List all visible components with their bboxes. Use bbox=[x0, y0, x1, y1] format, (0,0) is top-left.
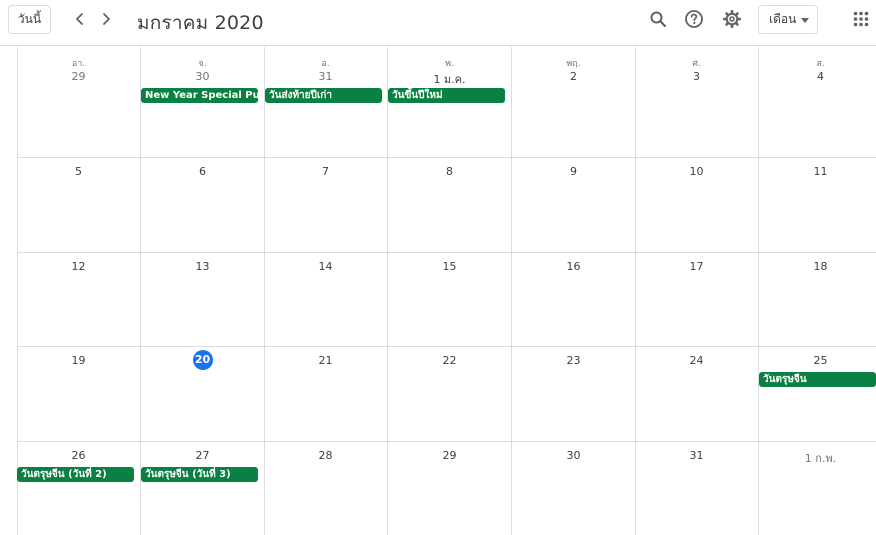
day-number[interactable]: 14 bbox=[264, 260, 387, 273]
help-icon bbox=[685, 10, 703, 28]
day-number[interactable]: 31 bbox=[635, 449, 758, 462]
grid-line bbox=[17, 157, 876, 158]
day-number[interactable]: 28 bbox=[264, 449, 387, 462]
caret-down-icon bbox=[801, 18, 809, 23]
day-number[interactable]: 25 bbox=[759, 354, 876, 367]
weekday-header: ศ. bbox=[692, 59, 701, 69]
day-number[interactable]: 16 bbox=[512, 260, 635, 273]
day-number[interactable]: 26 bbox=[17, 449, 140, 462]
next-month-button[interactable] bbox=[94, 7, 118, 31]
gear-icon bbox=[722, 9, 742, 29]
day-number[interactable]: 3 bbox=[635, 70, 758, 83]
day-number[interactable]: 12 bbox=[17, 260, 140, 273]
settings-button[interactable] bbox=[720, 7, 744, 31]
event-chip[interactable]: วันตรุษจีน (วันที่ 2) bbox=[17, 467, 134, 482]
weekday-header: จ. bbox=[198, 59, 207, 69]
day-number[interactable]: 24 bbox=[635, 354, 758, 367]
day-number[interactable]: 7 bbox=[264, 165, 387, 178]
grid-line bbox=[17, 346, 876, 347]
day-number[interactable]: 1 ก.พ. bbox=[759, 449, 876, 467]
chevron-left-icon bbox=[76, 13, 83, 25]
event-chip[interactable]: วันส่งท้ายปีเก่า bbox=[265, 88, 382, 103]
apps-grid-icon bbox=[853, 11, 869, 27]
day-number[interactable]: 11 bbox=[759, 165, 876, 178]
day-number[interactable]: 31 bbox=[264, 70, 387, 83]
event-chip[interactable]: วันตรุษจีน bbox=[759, 372, 876, 387]
day-number[interactable]: 19 bbox=[17, 354, 140, 367]
day-number[interactable]: 29 bbox=[17, 70, 140, 83]
day-number[interactable]: 30 bbox=[141, 70, 264, 83]
day-number[interactable]: 8 bbox=[388, 165, 511, 178]
calendar-toolbar: วันนี้ มกราคม 2020 เดือน bbox=[0, 0, 876, 46]
chevron-right-icon bbox=[103, 13, 110, 25]
day-number[interactable]: 27 bbox=[141, 449, 264, 462]
weekday-header: พ. bbox=[445, 59, 454, 69]
weekday-header: อา. bbox=[71, 59, 86, 69]
apps-button[interactable] bbox=[849, 7, 873, 31]
day-number[interactable]: 21 bbox=[264, 354, 387, 367]
weekday-header: ส. bbox=[816, 59, 825, 69]
weekday-header: อ. bbox=[321, 59, 330, 69]
day-number[interactable]: 9 bbox=[512, 165, 635, 178]
day-number[interactable]: 2 bbox=[512, 70, 635, 83]
day-number[interactable]: 6 bbox=[141, 165, 264, 178]
day-number[interactable]: 10 bbox=[635, 165, 758, 178]
day-number[interactable]: 15 bbox=[388, 260, 511, 273]
help-button[interactable] bbox=[682, 7, 706, 31]
day-number[interactable]: 29 bbox=[388, 449, 511, 462]
day-number[interactable]: 17 bbox=[635, 260, 758, 273]
view-switcher-label: เดือน bbox=[769, 12, 797, 26]
day-number[interactable]: 13 bbox=[141, 260, 264, 273]
day-number[interactable]: 1 ม.ค. bbox=[388, 70, 511, 88]
event-chip[interactable]: วันตรุษจีน (วันที่ 3) bbox=[141, 467, 258, 482]
event-chip[interactable]: วันขึ้นปีใหม่ bbox=[388, 88, 505, 103]
day-number[interactable]: 4 bbox=[759, 70, 876, 83]
day-number[interactable]: 23 bbox=[512, 354, 635, 367]
day-number[interactable]: 5 bbox=[17, 165, 140, 178]
month-grid: อา. จ. อ. พ. พฤ. ศ. ส. 29 30 31 1 ม.ค. 2… bbox=[0, 47, 876, 535]
current-month-title: มกราคม 2020 bbox=[137, 12, 264, 34]
day-number[interactable]: 30 bbox=[512, 449, 635, 462]
today-day-number[interactable]: 20 bbox=[141, 350, 264, 370]
day-number[interactable]: 18 bbox=[759, 260, 876, 273]
search-icon bbox=[650, 11, 667, 28]
previous-month-button[interactable] bbox=[68, 7, 92, 31]
search-button[interactable] bbox=[646, 7, 670, 31]
day-number[interactable]: 22 bbox=[388, 354, 511, 367]
grid-line bbox=[17, 441, 876, 442]
today-badge: 20 bbox=[192, 350, 213, 370]
view-switcher-dropdown[interactable]: เดือน bbox=[758, 5, 818, 34]
event-chip[interactable]: New Year Special Public bbox=[141, 88, 258, 103]
weekday-header: พฤ. bbox=[566, 59, 581, 69]
today-button[interactable]: วันนี้ bbox=[8, 5, 51, 34]
grid-line bbox=[17, 252, 876, 253]
